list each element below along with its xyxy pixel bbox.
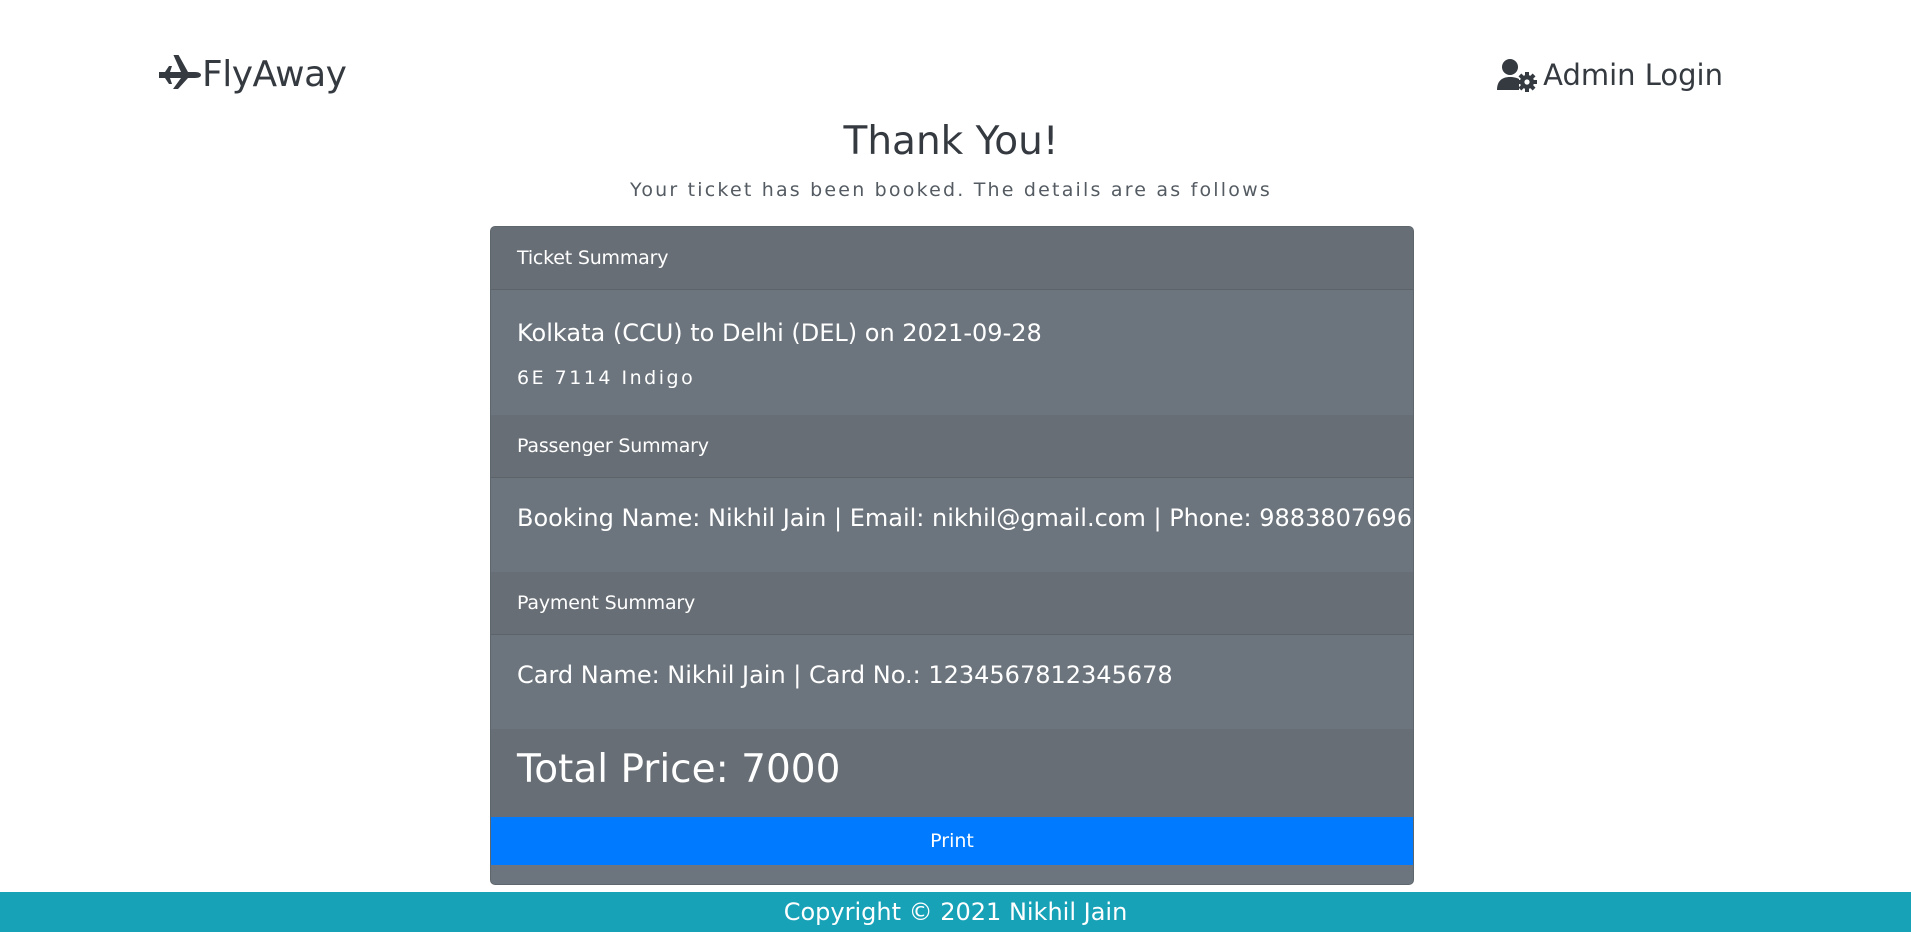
passenger-summary-body: Booking Name: Nikhil Jain | Email: nikhi… (491, 478, 1413, 572)
page-title: Thank You! (843, 119, 1059, 164)
booking-card: Ticket Summary Kolkata (CCU) to Delhi (D… (490, 226, 1414, 885)
ticket-summary-body: Kolkata (CCU) to Delhi (DEL) on 2021-09-… (491, 290, 1413, 415)
ticket-flight: 6E 7114 Indigo (517, 367, 696, 389)
admin-login-link[interactable]: Admin Login (1497, 52, 1723, 98)
payment-summary-header: Payment Summary (491, 572, 1413, 635)
payment-details: Card Name: Nikhil Jain | Card No.: 12345… (517, 661, 1173, 689)
page: FlyAway Admin Login Thank You! Your tick… (0, 0, 1911, 932)
ticket-summary-header: Ticket Summary (491, 227, 1413, 290)
passenger-details: Booking Name: Nikhil Jain | Email: nikhi… (517, 504, 1412, 532)
print-button[interactable]: Print (491, 817, 1413, 865)
plane-icon (157, 54, 201, 95)
user-cog-icon (1497, 58, 1538, 92)
brand-name: FlyAway (202, 54, 347, 95)
page-subtitle: Your ticket has been booked. The details… (630, 179, 1272, 201)
ticket-route: Kolkata (CCU) to Delhi (DEL) on 2021-09-… (517, 319, 1042, 347)
total-price-row: Total Price: 7000 (491, 729, 1413, 817)
footer-copyright: Copyright © 2021 Nikhil Jain (0, 892, 1911, 932)
admin-login-label: Admin Login (1543, 58, 1723, 92)
payment-summary-body: Card Name: Nikhil Jain | Card No.: 12345… (491, 635, 1413, 729)
total-price: Total Price: 7000 (517, 747, 841, 792)
brand-link[interactable]: FlyAway (157, 52, 347, 98)
passenger-summary-header: Passenger Summary (491, 415, 1413, 478)
